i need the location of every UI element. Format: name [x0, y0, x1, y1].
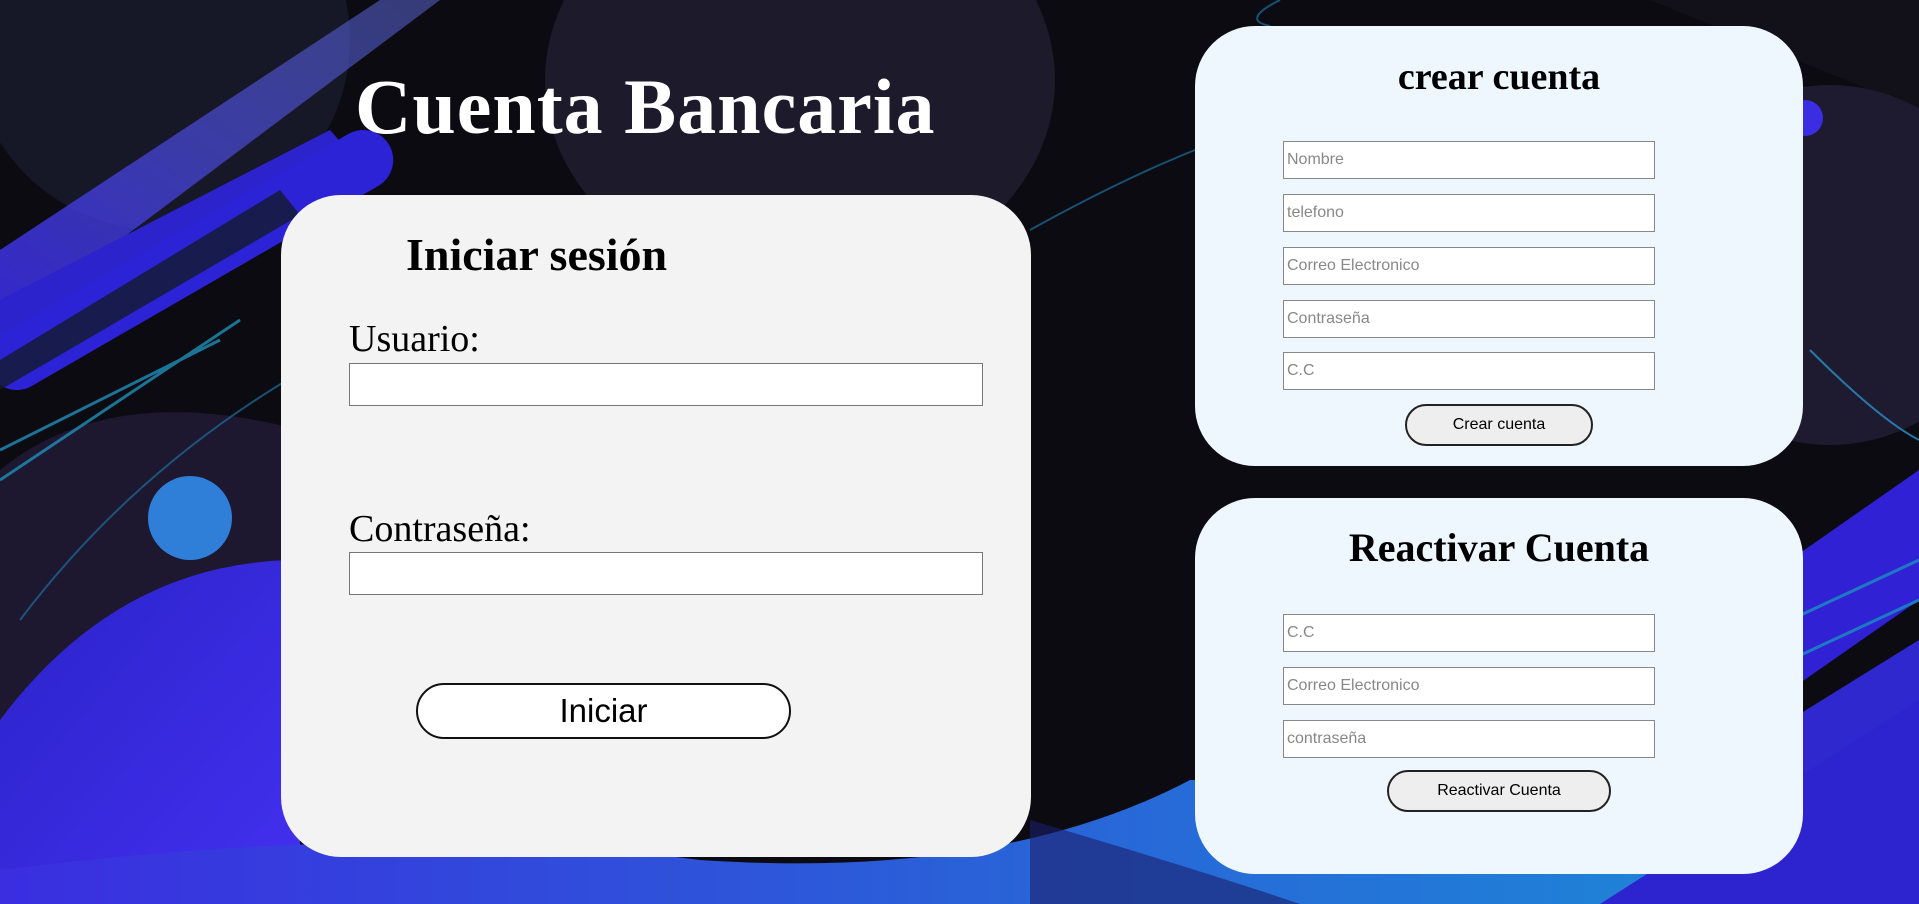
- create-name-input[interactable]: [1283, 141, 1655, 179]
- user-input[interactable]: [349, 363, 983, 406]
- create-account-title: crear cuenta: [1397, 56, 1601, 98]
- reactivate-account-card: Reactivar Cuenta Reactivar Cuenta: [1195, 498, 1803, 874]
- password-label: Contraseña:: [349, 508, 531, 550]
- reactivate-title: Reactivar Cuenta: [1348, 525, 1650, 570]
- user-label: Usuario:: [349, 318, 480, 360]
- create-account-card: crear cuenta Crear cuenta: [1195, 26, 1803, 466]
- login-button[interactable]: Iniciar: [416, 683, 791, 739]
- login-title: Iniciar sesión: [406, 229, 668, 280]
- create-phone-input[interactable]: [1283, 194, 1655, 232]
- create-password-input[interactable]: [1283, 300, 1655, 338]
- reactivate-id-input[interactable]: [1283, 614, 1655, 652]
- reactivate-password-input[interactable]: [1283, 720, 1655, 758]
- login-card: Iniciar sesión Usuario: Contraseña: Inic…: [281, 195, 1031, 857]
- create-id-input[interactable]: [1283, 352, 1655, 390]
- reactivate-email-input[interactable]: [1283, 667, 1655, 705]
- create-account-button[interactable]: Crear cuenta: [1405, 404, 1593, 446]
- password-input[interactable]: [349, 552, 983, 595]
- reactivate-account-button[interactable]: Reactivar Cuenta: [1387, 770, 1611, 812]
- create-email-input[interactable]: [1283, 247, 1655, 285]
- app-title: Cuenta Bancaria: [355, 63, 936, 150]
